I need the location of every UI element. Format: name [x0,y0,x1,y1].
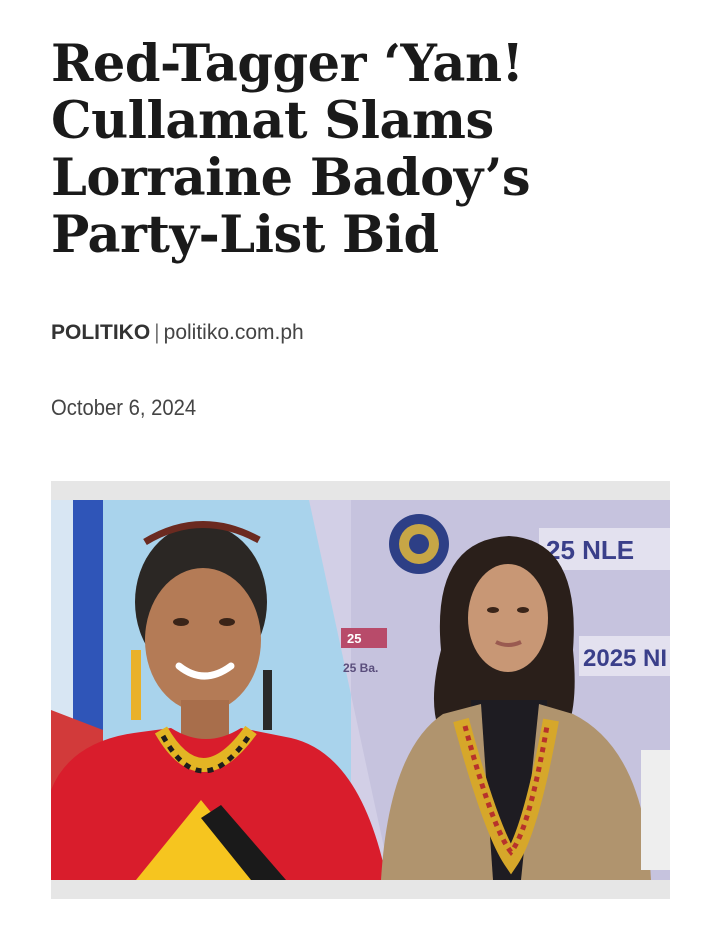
byline: POLITIKO | politiko.com.ph [51,321,304,345]
sign-text: 25 Ba. [343,661,378,675]
headline-line: Cullamat Slams [51,91,494,151]
publish-date: October 6, 2024 [51,395,197,420]
article-headline: Red-Tagger ‘Yan! Cullamat Slams Lorraine… [51,36,691,264]
sign-text: 25 NLE [546,535,634,565]
source-name[interactable]: POLITIKO [51,321,150,344]
headline-line: Party-List Bid [51,205,439,265]
featured-image-frame: 25 NLE 2025 NI 25 25 Ba. [51,481,670,899]
sign-text: 25 [347,631,361,646]
sign-text: 2025 NI [583,645,667,672]
featured-image-illustration: 25 NLE 2025 NI 25 25 Ba. [51,500,670,880]
headline-line: Red-Tagger ‘Yan! [51,34,524,94]
featured-image[interactable]: 25 NLE 2025 NI 25 25 Ba. [51,500,670,880]
source-url[interactable]: politiko.com.ph [164,321,304,344]
headline-line: Lorraine Badoy’s [51,148,531,208]
byline-separator: | [154,321,160,344]
